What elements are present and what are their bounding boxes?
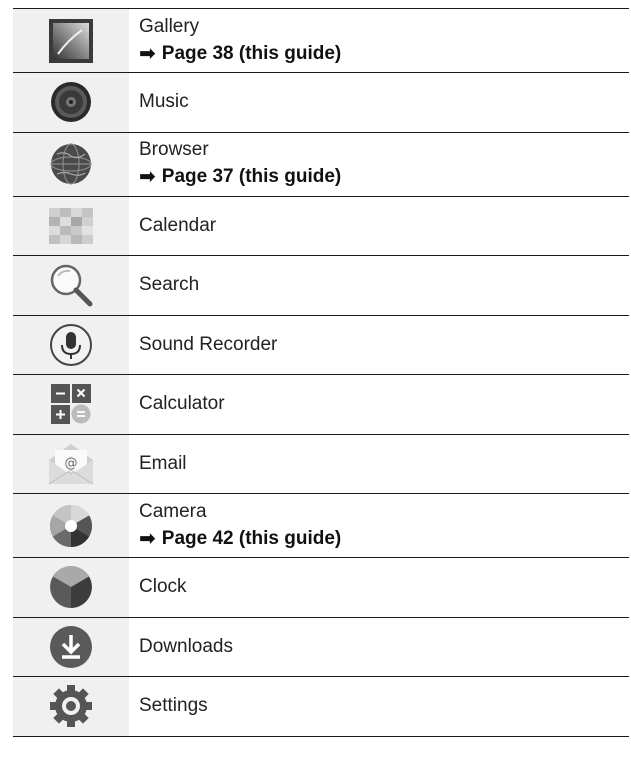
apps-table: Gallery ➡ Page 38 (this guide) Music Bro… bbox=[13, 8, 629, 737]
app-name: Gallery bbox=[139, 15, 200, 37]
app-name: Settings bbox=[139, 695, 208, 717]
page-reference-text: Page 37 (this guide) bbox=[161, 166, 342, 187]
table-row: Downloads bbox=[13, 617, 629, 677]
table-row: Calculator bbox=[13, 374, 629, 434]
document-page: Gallery ➡ Page 38 (this guide) Music Bro… bbox=[0, 0, 631, 771]
table-row: Music bbox=[13, 72, 629, 132]
table-row: Gallery ➡ Page 38 (this guide) bbox=[13, 8, 629, 73]
search-icon bbox=[48, 262, 94, 308]
table-row: Browser ➡ Page 37 (this guide) bbox=[13, 132, 629, 196]
app-name: Email bbox=[139, 452, 187, 474]
app-name: Clock bbox=[139, 576, 187, 598]
app-name: Downloads bbox=[139, 635, 233, 657]
page-reference: ➡ Page 38 (this guide) bbox=[139, 40, 629, 68]
app-name: Browser bbox=[139, 139, 209, 160]
clock-icon bbox=[49, 565, 93, 609]
app-name: Calendar bbox=[139, 214, 217, 236]
page-reference: ➡ Page 42 (this guide) bbox=[139, 525, 629, 553]
table-row: Settings bbox=[13, 676, 629, 736]
svg-text:@: @ bbox=[65, 456, 78, 471]
right-arrow-icon: ➡ bbox=[139, 42, 156, 65]
gear-icon bbox=[49, 684, 93, 728]
calculator-icon bbox=[51, 384, 91, 425]
download-icon bbox=[49, 625, 93, 669]
page-reference: ➡ Page 37 (this guide) bbox=[139, 163, 629, 191]
browser-icon bbox=[49, 142, 93, 186]
app-name: Music bbox=[139, 91, 189, 113]
email-icon: @ bbox=[47, 442, 95, 486]
gallery-icon bbox=[48, 18, 94, 64]
page-reference-text: Page 42 (this guide) bbox=[161, 527, 342, 549]
table-row: Sound Recorder bbox=[13, 315, 629, 375]
table-row: @ Email bbox=[13, 434, 629, 494]
music-icon bbox=[49, 80, 93, 124]
app-name: Camera bbox=[139, 500, 207, 522]
right-arrow-icon: ➡ bbox=[139, 166, 156, 188]
camera-icon bbox=[49, 504, 93, 548]
table-row: Camera ➡ Page 42 (this guide) bbox=[13, 493, 629, 558]
app-name: Sound Recorder bbox=[139, 333, 278, 355]
right-arrow-icon: ➡ bbox=[139, 527, 156, 550]
page-reference-text: Page 38 (this guide) bbox=[161, 42, 342, 64]
microphone-icon bbox=[49, 323, 93, 367]
table-row: Search bbox=[13, 255, 629, 315]
app-name: Calculator bbox=[139, 393, 225, 415]
calendar-icon bbox=[49, 207, 93, 244]
table-row: Clock bbox=[13, 557, 629, 617]
table-row: Calendar bbox=[13, 196, 629, 256]
app-name: Search bbox=[139, 274, 200, 296]
